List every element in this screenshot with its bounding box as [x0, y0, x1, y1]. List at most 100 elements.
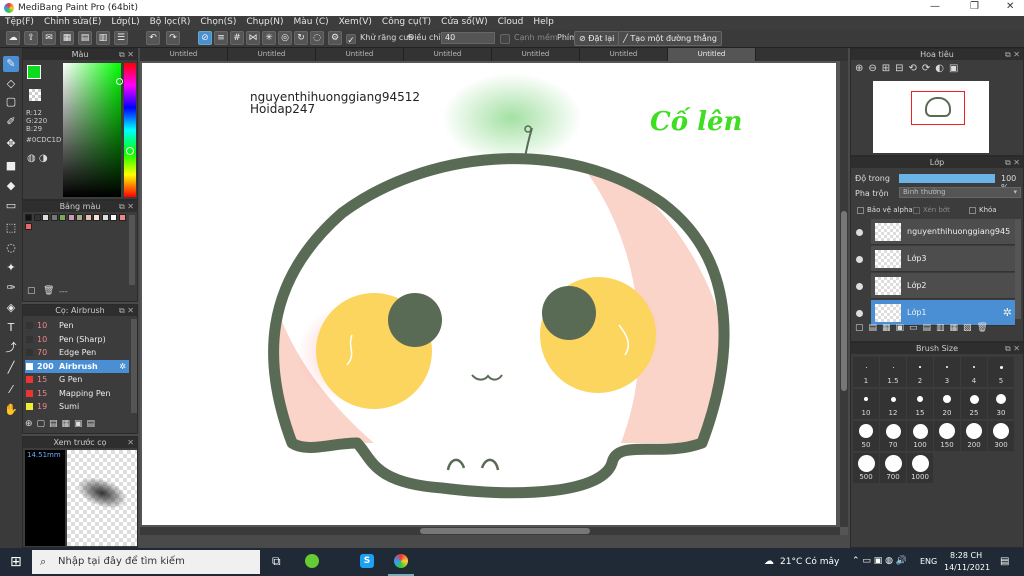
panel-icon[interactable]: ▤: [78, 31, 92, 45]
saturation-value-picker[interactable]: [63, 63, 121, 197]
select-pen-icon[interactable]: ✑: [3, 280, 19, 296]
windows-start-icon[interactable]: ⊞: [10, 554, 22, 570]
brush-size-option[interactable]: 200: [961, 421, 987, 451]
layer-visibility-icon[interactable]: [856, 256, 863, 263]
clock-time[interactable]: 8:28 CH: [950, 551, 982, 560]
select-eraser-icon[interactable]: ◈: [3, 300, 19, 316]
gradient-tool-icon[interactable]: ▭: [3, 198, 19, 214]
snap-ellipse-icon[interactable]: ◌: [310, 31, 324, 45]
brush-size-option[interactable]: 150: [934, 421, 960, 451]
layer-visibility-icon[interactable]: [856, 310, 863, 317]
close-icon[interactable]: ⧉ ✕: [1005, 343, 1020, 354]
layer-row[interactable]: Lớp2: [871, 273, 1015, 299]
notification-icon[interactable]: ▤: [1000, 556, 1009, 567]
close-icon[interactable]: ⧉ ✕: [1005, 49, 1020, 60]
brush-scrollbar[interactable]: [131, 319, 137, 413]
brush-size-option[interactable]: 300: [988, 421, 1014, 451]
menu-color[interactable]: Màu (C): [289, 16, 334, 30]
bucket-tool-icon[interactable]: ◆: [3, 178, 19, 194]
hand-tool-icon[interactable]: ✋: [3, 402, 19, 418]
tab-untitled-2[interactable]: Untitled: [228, 48, 316, 61]
brush-size-option[interactable]: 70: [880, 421, 906, 451]
brush-item[interactable]: 70 Edge Pen: [25, 346, 129, 359]
brush-size-option[interactable]: 2: [907, 357, 933, 387]
palette-swatch[interactable]: [101, 214, 109, 221]
reset-button[interactable]: ⊘ Đặt lại: [574, 31, 620, 46]
medibang-taskbar-icon[interactable]: [394, 554, 408, 568]
tab-untitled-4[interactable]: Untitled: [404, 48, 492, 61]
brush-size-option[interactable]: 12: [880, 389, 906, 419]
brush-size-option[interactable]: 3: [934, 357, 960, 387]
brush-tool-icon[interactable]: ✎: [3, 56, 19, 72]
eyedropper-icon[interactable]: ⁄: [3, 382, 19, 398]
tab-untitled-1[interactable]: Untitled: [140, 48, 228, 61]
brush-size-option[interactable]: 50: [853, 421, 879, 451]
minimize-button[interactable]: —: [930, 1, 940, 12]
menu-select[interactable]: Chọn(S): [195, 16, 241, 30]
new-palette-icon[interactable]: ▢: [27, 286, 36, 296]
brush-item[interactable]: 10 Pen: [25, 319, 129, 332]
lasso-tool-icon[interactable]: ◌: [3, 240, 19, 256]
snap-curve-icon[interactable]: ↻: [294, 31, 308, 45]
palette-swatch[interactable]: [118, 214, 126, 221]
pen-tool-icon[interactable]: ✐: [3, 114, 19, 130]
close-icon[interactable]: ⧉ ✕: [119, 305, 134, 316]
snap-vanish-icon[interactable]: ⋈: [246, 31, 260, 45]
language-indicator[interactable]: ENG: [920, 557, 937, 566]
clock-date[interactable]: 14/11/2021: [944, 563, 990, 572]
snap-grid-icon[interactable]: #: [230, 31, 244, 45]
layer-visibility-icon[interactable]: [856, 229, 863, 236]
palette-swatch[interactable]: [59, 214, 66, 221]
maximize-button[interactable]: ❐: [970, 1, 979, 12]
palette-swatch[interactable]: [67, 214, 75, 221]
menu-filter[interactable]: Bộ lọc(R): [145, 16, 196, 30]
clipping-checkbox[interactable]: [913, 207, 920, 214]
brush-size-option[interactable]: 30: [988, 389, 1014, 419]
menu-file[interactable]: Tệp(F): [0, 16, 39, 30]
antialias-checkbox[interactable]: ✓: [346, 34, 356, 46]
brush-size-option[interactable]: 700: [880, 453, 906, 483]
snap-circle-icon[interactable]: ◎: [278, 31, 292, 45]
palette-swatch[interactable]: [76, 214, 83, 221]
operation-tool-icon[interactable]: ⤴: [3, 340, 19, 356]
opacity-slider[interactable]: [899, 174, 995, 183]
tray-icons[interactable]: ⌃ ▭ ▣ ◍ 🔊: [852, 556, 907, 566]
close-icon[interactable]: ⧉ ✕: [119, 49, 134, 60]
blend-mode-select[interactable]: Bình thường ▾: [899, 187, 1021, 198]
foreground-color-swatch[interactable]: [27, 65, 41, 79]
transparent-color-swatch[interactable]: [29, 89, 41, 101]
soft-edge-checkbox[interactable]: [500, 34, 510, 44]
share-icon[interactable]: ⇪: [24, 31, 38, 45]
layout-icon[interactable]: ▥: [96, 31, 110, 45]
correction-select[interactable]: 40: [441, 32, 495, 44]
brush-item[interactable]: 200 Airbrush ✲: [25, 359, 129, 373]
skype-icon[interactable]: S: [360, 554, 374, 568]
protect-alpha-checkbox[interactable]: [857, 207, 864, 214]
vertical-scrollbar[interactable]: [840, 61, 848, 527]
palette-icon[interactable]: ◍ ◑: [27, 153, 48, 164]
palette-swatch[interactable]: [25, 214, 32, 221]
brush-size-option[interactable]: 5: [988, 357, 1014, 387]
weather-text[interactable]: 21°C Có mây: [780, 557, 839, 567]
brush-size-option[interactable]: 1: [853, 357, 879, 387]
comment-icon[interactable]: ✉: [42, 31, 56, 45]
snap-radial-icon[interactable]: ✳: [262, 31, 276, 45]
grid-icon[interactable]: ▦: [60, 31, 74, 45]
layer-row[interactable]: nguyenthihuonggiang94512: [871, 219, 1015, 245]
settings-icon[interactable]: ✲: [1003, 306, 1012, 319]
navigator-thumbnail[interactable]: [873, 81, 989, 153]
brush-size-option[interactable]: 25: [961, 389, 987, 419]
brush-size-option[interactable]: 15: [907, 389, 933, 419]
menu-tools[interactable]: Công cụ(T): [377, 16, 436, 30]
brush-size-option[interactable]: 10: [853, 389, 879, 419]
palette-swatch[interactable]: [25, 223, 32, 230]
menu-help[interactable]: Help: [528, 16, 559, 30]
tab-untitled-3[interactable]: Untitled: [316, 48, 404, 61]
divide-tool-icon[interactable]: ╱: [3, 360, 19, 376]
brush-actions[interactable]: ⊕▢▤▦▣▤: [25, 419, 99, 429]
brush-item[interactable]: 15 Mapping Pen: [25, 387, 129, 400]
close-icon[interactable]: ⧉ ✕: [1005, 157, 1020, 168]
menu-layer[interactable]: Lớp(L): [106, 16, 144, 30]
magic-wand-icon[interactable]: ✦: [3, 260, 19, 276]
menu-cloud[interactable]: Cloud: [493, 16, 529, 30]
